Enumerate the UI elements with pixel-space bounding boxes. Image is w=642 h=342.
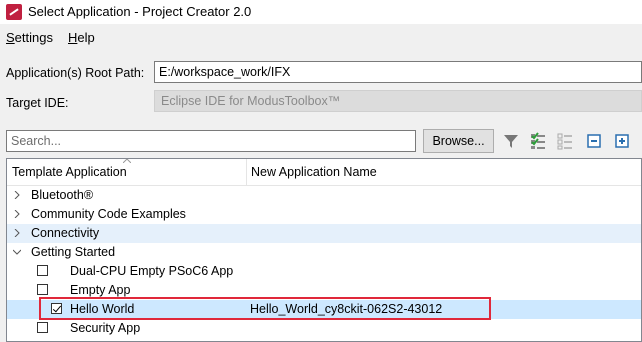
- tree-item-label: Bluetooth®: [31, 188, 94, 202]
- tree-item-connectivity[interactable]: Connectivity: [7, 224, 641, 243]
- tree-item-partial: [7, 338, 641, 341]
- search-input[interactable]: Search...: [6, 130, 416, 152]
- tree-item-label: Community Code Examples: [31, 207, 186, 221]
- tree-header: Template Application New Application Nam…: [7, 159, 641, 186]
- tree-item-label: Getting Started: [31, 245, 116, 259]
- app-icon: [6, 4, 22, 20]
- chevron-right-icon[interactable]: [13, 210, 21, 218]
- col-template-application[interactable]: Template Application: [12, 165, 127, 179]
- tree-item-dual-cpu-empty-psoc6-app[interactable]: Dual-CPU Empty PSoC6 App: [7, 262, 641, 281]
- column-divider[interactable]: [246, 159, 247, 185]
- tree-item-security-app[interactable]: Security App: [7, 319, 641, 338]
- checkbox[interactable]: [37, 265, 48, 276]
- highlight-box: [39, 297, 491, 320]
- checkbox[interactable]: [37, 284, 48, 295]
- collapse-all-icon[interactable]: [585, 132, 603, 150]
- browse-button[interactable]: Browse...: [423, 129, 494, 153]
- check-all-icon[interactable]: [529, 132, 547, 150]
- tree-item-label: Dual-CPU Empty PSoC6 App: [70, 264, 234, 278]
- menu-help[interactable]: Help: [68, 30, 95, 45]
- tree-item-community-code-examples[interactable]: Community Code Examples: [7, 205, 641, 224]
- expand-all-icon[interactable]: [613, 132, 631, 150]
- target-ide-field: Eclipse IDE for ModusToolbox™: [154, 90, 642, 112]
- tree-item-label: Security App: [70, 321, 141, 335]
- col-new-application-name[interactable]: New Application Name: [251, 165, 377, 179]
- tree-item-label: Empty App: [70, 283, 131, 297]
- menu-settings[interactable]: Settings: [6, 30, 53, 45]
- root-path-field[interactable]: E:/workspace_work/IFX: [154, 61, 642, 83]
- window-title: Select Application - Project Creator 2.0: [28, 4, 252, 19]
- uncheck-all-icon[interactable]: [556, 132, 574, 150]
- title-bar: Select Application - Project Creator 2.0: [0, 0, 642, 24]
- tree-item-getting-started[interactable]: Getting Started: [7, 243, 641, 262]
- filter-icon[interactable]: [502, 132, 520, 150]
- tree-item-label: Connectivity: [31, 226, 100, 240]
- target-ide-label: Target IDE:: [6, 96, 69, 110]
- root-path-label: Application(s) Root Path:: [6, 66, 145, 80]
- chevron-right-icon[interactable]: [13, 191, 21, 199]
- menu-help-rest: elp: [77, 30, 95, 45]
- menu-settings-rest: ettings: [14, 30, 53, 45]
- tree-item-bluetooth[interactable]: Bluetooth®: [7, 186, 641, 205]
- chevron-right-icon[interactable]: [13, 229, 21, 237]
- chevron-down-icon[interactable]: [13, 248, 21, 256]
- checkbox[interactable]: [37, 322, 48, 333]
- sort-asc-icon: [123, 159, 131, 163]
